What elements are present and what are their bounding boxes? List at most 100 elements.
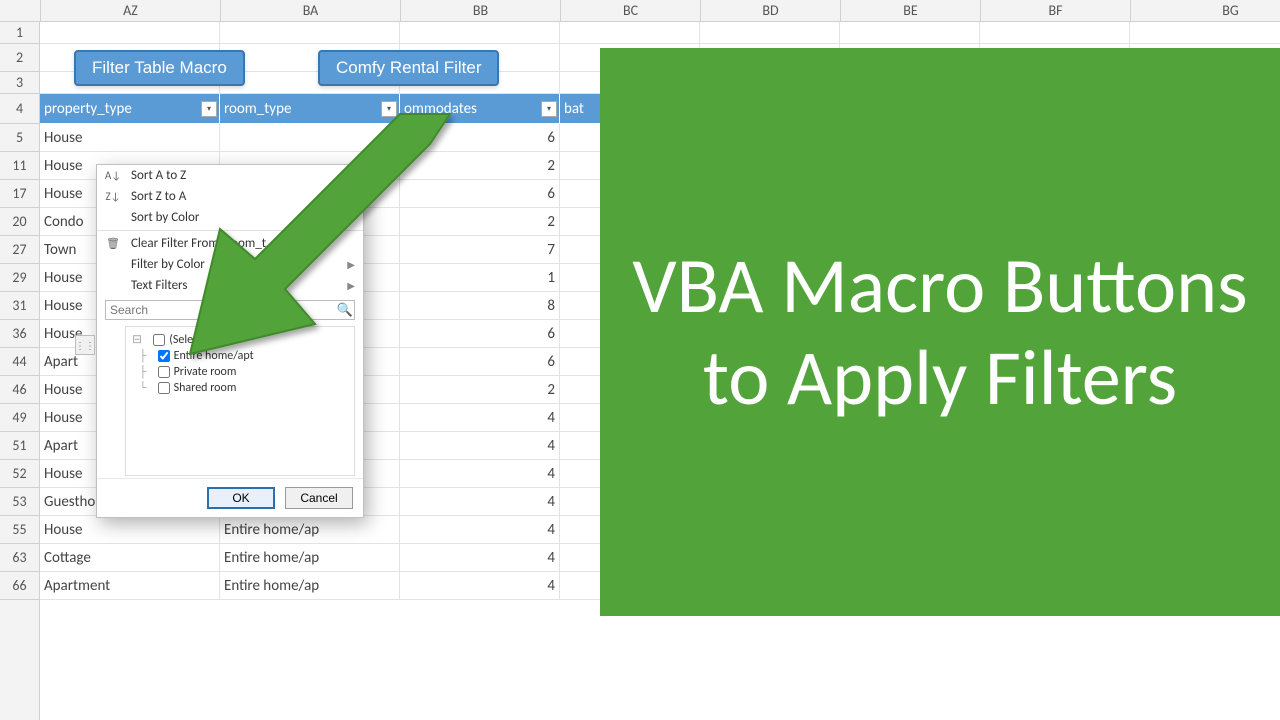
filter-option-shared-room[interactable]: └ Shared room (132, 380, 348, 396)
cell[interactable]: House (40, 516, 220, 544)
filter-values-tree: ⊟ (Select All) ├ Entire home/apt ├ Priva… (125, 326, 355, 476)
row-header[interactable]: 55 (0, 516, 39, 544)
cell[interactable]: Apartment (40, 572, 220, 600)
column-header-bb[interactable]: BB (400, 0, 560, 21)
search-icon: 🔍 (335, 303, 355, 318)
column-header-bd[interactable]: BD (700, 0, 840, 21)
table-header-accommodates[interactable]: ommodates▾ (400, 94, 560, 124)
filter-option-entire-home[interactable]: ├ Entire home/apt (132, 348, 348, 364)
column-header-bc[interactable]: BC (560, 0, 700, 21)
filter-dropdown-icon[interactable]: ▾ (541, 101, 557, 117)
row-header[interactable]: 3 (0, 72, 39, 94)
cell[interactable]: 2 (400, 152, 560, 180)
row-header[interactable]: 2 (0, 44, 39, 72)
filter-option-select-all[interactable]: ⊟ (Select All) (132, 331, 348, 348)
cell[interactable]: 4 (400, 404, 560, 432)
row-header[interactable]: 29 (0, 264, 39, 292)
filter-option-private-room[interactable]: ├ Private room (132, 364, 348, 380)
sort-za-item[interactable]: Z↓Sort Z to A (97, 186, 363, 207)
clear-filter-icon: 🗑 (103, 237, 123, 250)
cell[interactable]: Entire home/ap (220, 572, 400, 600)
cell[interactable]: House (40, 124, 220, 152)
row-header[interactable]: 4 (0, 94, 39, 124)
submenu-arrow-icon: ▶ (347, 279, 355, 292)
menu-separator (97, 230, 363, 231)
comfy-rental-filter-button[interactable]: Comfy Rental Filter (318, 50, 499, 86)
cell[interactable]: 4 (400, 432, 560, 460)
row-header[interactable]: 51 (0, 432, 39, 460)
cell[interactable]: 4 (400, 460, 560, 488)
cell[interactable] (980, 22, 1130, 44)
autofilter-dropdown-menu: ⋮⋮ A↓Sort A to Z Z↓Sort Z to A Sort by C… (96, 164, 364, 518)
row-header[interactable]: 52 (0, 460, 39, 488)
cell[interactable]: 6 (400, 348, 560, 376)
row-header[interactable]: 53 (0, 488, 39, 516)
cell[interactable]: 4 (400, 572, 560, 600)
cell[interactable]: 6 (400, 180, 560, 208)
row-header[interactable]: 46 (0, 376, 39, 404)
sort-az-item[interactable]: A↓Sort A to Z (97, 165, 363, 186)
column-header-be[interactable]: BE (840, 0, 980, 21)
cancel-button[interactable]: Cancel (285, 487, 353, 509)
cell[interactable] (1130, 22, 1280, 44)
cell[interactable]: Cottage (40, 544, 220, 572)
cell[interactable]: 4 (400, 516, 560, 544)
sort-by-color-item[interactable]: Sort by Color▶ (97, 207, 363, 228)
table-header-property_type[interactable]: property_type▾ (40, 94, 220, 124)
row-header[interactable]: 17 (0, 180, 39, 208)
sort-az-icon: A↓ (103, 169, 123, 182)
cell[interactable] (560, 22, 700, 44)
text-filters-item[interactable]: Text Filters▶ (97, 275, 363, 296)
cell[interactable] (40, 22, 220, 44)
cell[interactable]: 7 (400, 236, 560, 264)
submenu-arrow-icon: ▶ (347, 211, 355, 224)
cell[interactable]: 6 (400, 320, 560, 348)
row-header[interactable]: 36 (0, 320, 39, 348)
ok-button[interactable]: OK (207, 487, 275, 509)
cell[interactable]: 6 (400, 124, 560, 152)
filter-table-macro-button[interactable]: Filter Table Macro (74, 50, 245, 86)
cell[interactable]: 8 (400, 292, 560, 320)
row-header[interactable]: 66 (0, 572, 39, 600)
cell[interactable]: Entire home/ap (220, 544, 400, 572)
title-text: VBA Macro Buttons to Apply Filters (618, 240, 1262, 424)
row-header-column: 1234511172027293136444649515253556366 (0, 22, 40, 720)
menu-drag-handle-icon[interactable]: ⋮⋮ (75, 335, 95, 355)
cell[interactable]: 4 (400, 544, 560, 572)
cell[interactable]: 4 (400, 488, 560, 516)
cell[interactable] (400, 22, 560, 44)
table-header-room_type[interactable]: room_type▾ (220, 94, 400, 124)
cell[interactable]: Entire home/ap (220, 516, 400, 544)
row-header[interactable]: 11 (0, 152, 39, 180)
column-header-row: AZ BA BB BC BD BE BF BG (0, 0, 1280, 22)
cell[interactable]: 1 (400, 264, 560, 292)
filter-dropdown-icon[interactable]: ▾ (201, 101, 217, 117)
row-header[interactable]: 31 (0, 292, 39, 320)
cell[interactable]: 2 (400, 208, 560, 236)
title-overlay: VBA Macro Buttons to Apply Filters (600, 48, 1280, 616)
row-header[interactable]: 27 (0, 236, 39, 264)
cell[interactable] (220, 22, 400, 44)
sort-za-icon: Z↓ (103, 190, 123, 203)
submenu-arrow-icon: ▶ (347, 258, 355, 271)
cell[interactable]: 2 (400, 376, 560, 404)
row-header[interactable]: 63 (0, 544, 39, 572)
column-header-bg[interactable]: BG (1130, 0, 1280, 21)
cell[interactable] (840, 22, 980, 44)
cell[interactable] (220, 124, 400, 152)
filter-dropdown-icon[interactable]: ▾ (381, 101, 397, 117)
row-header[interactable]: 1 (0, 22, 39, 44)
row-header[interactable]: 5 (0, 124, 39, 152)
filter-by-color-item[interactable]: Filter by Color▶ (97, 254, 363, 275)
column-header-bf[interactable]: BF (980, 0, 1130, 21)
cell[interactable] (700, 22, 840, 44)
column-header-az[interactable]: AZ (40, 0, 220, 21)
clear-filter-item[interactable]: 🗑Clear Filter From "room_t… (97, 233, 363, 254)
select-all-corner[interactable] (0, 0, 40, 21)
row-header[interactable]: 20 (0, 208, 39, 236)
column-header-ba[interactable]: BA (220, 0, 400, 21)
row-header[interactable]: 44 (0, 348, 39, 376)
row-header[interactable]: 49 (0, 404, 39, 432)
filter-search-input[interactable] (105, 300, 355, 320)
spreadsheet: AZ BA BB BC BD BE BF BG 1234511172027293… (0, 0, 1280, 720)
